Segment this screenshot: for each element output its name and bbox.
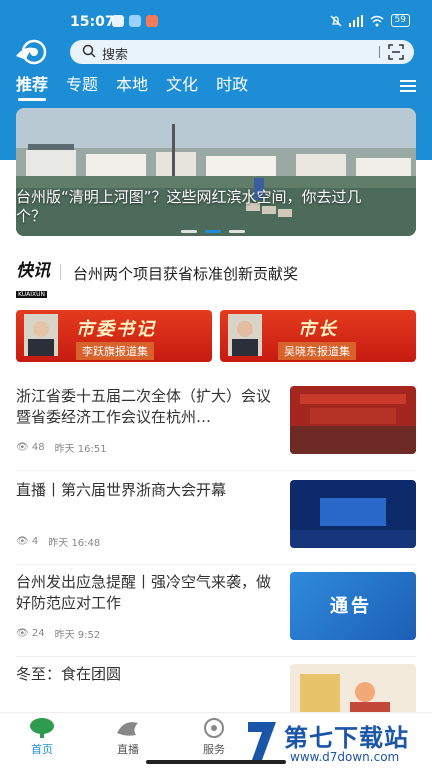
flash-news[interactable]: 快讯 KUAIXUN 台州两个项目获省标准创新贡献奖	[16, 254, 416, 298]
watermark-url: www.d7down.com	[290, 750, 400, 764]
tab-culture[interactable]: 文化	[166, 74, 198, 96]
eye-icon: 👁	[16, 442, 29, 453]
nav-services[interactable]: 服务	[184, 717, 244, 757]
news-title[interactable]: 冬至：食在团圆	[16, 664, 278, 685]
flash-logo-text: 快讯	[16, 261, 50, 281]
carousel-dot-active	[205, 230, 221, 233]
search-bar[interactable]: 搜索	[70, 40, 414, 64]
scan-icon[interactable]	[388, 44, 404, 60]
divider	[16, 656, 416, 657]
publish-time: 昨天 9:52	[54, 630, 101, 641]
views-count: 👁 24	[16, 628, 45, 639]
carousel-dot	[181, 230, 197, 233]
tab-topics[interactable]: 专题	[66, 74, 98, 96]
nav-services-label: 服务	[203, 743, 225, 756]
card-subtitle: 吴晓东报道集	[278, 342, 356, 360]
nav-home[interactable]: 首页	[12, 717, 72, 757]
eye-icon: 👁	[16, 536, 29, 547]
flash-logo-sub: KUAIXUN	[16, 291, 48, 298]
eye-icon: 👁	[16, 628, 29, 639]
system-icons: 59	[330, 14, 410, 27]
news-title[interactable]: 台州发出应急提醒丨强冷空气来袭，做好防范应对工作	[16, 572, 278, 614]
thumbnail-text: 通告	[330, 596, 372, 617]
banner-caption[interactable]: 台州版“清明上河图”？这些网红滨水空间，你去过几个？	[16, 188, 376, 226]
menu-icon[interactable]	[400, 80, 416, 92]
wifi-icon	[370, 15, 384, 26]
views-count: 👁 48	[16, 442, 45, 453]
search-input[interactable]: 搜索	[102, 44, 128, 63]
portrait-image	[24, 314, 58, 356]
signal-icon	[348, 14, 363, 27]
flash-headline[interactable]: 台州两个项目获省标准创新贡献奖	[73, 263, 298, 284]
leader-cards: 市委书记 李跃旗报道集 市长 吴晓东报道集	[16, 310, 416, 362]
watermark-title: 第七下载站	[284, 724, 409, 752]
news-item[interactable]: 直播丨第六届世界浙商大会开幕 👁 4 昨天 16:48	[16, 480, 416, 572]
status-time: 15:07	[70, 14, 115, 30]
search-icon	[82, 44, 96, 58]
flash-divider	[60, 264, 61, 280]
party-secretary-card[interactable]: 市委书记 李跃旗报道集	[16, 310, 212, 362]
news-thumbnail[interactable]	[290, 386, 416, 454]
notification-icons	[112, 15, 158, 27]
news-meta: 👁 4 昨天 16:48	[16, 534, 100, 549]
news-title[interactable]: 直播丨第六届世界浙商大会开幕	[16, 480, 278, 501]
divider	[16, 470, 416, 471]
battery-indicator: 59	[390, 14, 410, 27]
publish-time: 昨天 16:51	[54, 444, 107, 455]
notification-icon	[112, 15, 124, 27]
home-icon	[30, 718, 54, 738]
news-meta: 👁 24 昨天 9:52	[16, 626, 100, 641]
mute-icon	[330, 15, 342, 26]
mayor-card[interactable]: 市长 吴晓东报道集	[220, 310, 416, 362]
tab-politics[interactable]: 时政	[216, 74, 248, 96]
publish-time: 昨天 16:48	[48, 538, 101, 549]
nav-live-label: 直播	[117, 743, 139, 756]
nav-home-label: 首页	[31, 743, 53, 756]
tab-recommend[interactable]: 推荐	[16, 74, 48, 101]
nav-live[interactable]: 直播	[98, 717, 158, 757]
news-thumbnail[interactable]	[290, 480, 416, 548]
card-title: 市委书记	[76, 319, 156, 340]
views-count: 👁 4	[16, 536, 39, 547]
notification-icon	[146, 15, 158, 27]
services-icon	[204, 718, 224, 738]
news-item[interactable]: 浙江省委十五届二次全体（扩大）会议暨省委经济工作会议在杭州… 👁 48 昨天 1…	[16, 386, 416, 478]
card-title: 市长	[298, 319, 338, 340]
search-divider	[379, 46, 380, 58]
news-thumbnail[interactable]: 通告	[290, 572, 416, 640]
notification-icon	[129, 15, 141, 27]
news-item[interactable]: 台州发出应急提醒丨强冷空气来袭，做好防范应对工作 👁 24 昨天 9:52 通告	[16, 572, 416, 664]
flash-logo: 快讯 KUAIXUN	[16, 256, 62, 300]
carousel-indicator	[181, 230, 245, 233]
live-icon	[117, 722, 138, 736]
news-title[interactable]: 浙江省委十五届二次全体（扩大）会议暨省委经济工作会议在杭州…	[16, 386, 278, 428]
card-subtitle: 李跃旗报道集	[76, 342, 154, 360]
status-bar: 15:07 59	[0, 0, 432, 34]
carousel-dot	[229, 230, 245, 233]
app-logo-icon	[16, 39, 47, 65]
tab-local[interactable]: 本地	[116, 74, 148, 96]
news-meta: 👁 48 昨天 16:51	[16, 440, 107, 455]
watermark-logo-icon	[248, 722, 276, 760]
portrait-image	[228, 314, 262, 356]
home-indicator	[146, 760, 286, 764]
category-tabs: 推荐 专题 本地 文化 时政	[16, 74, 248, 101]
divider	[16, 564, 416, 565]
